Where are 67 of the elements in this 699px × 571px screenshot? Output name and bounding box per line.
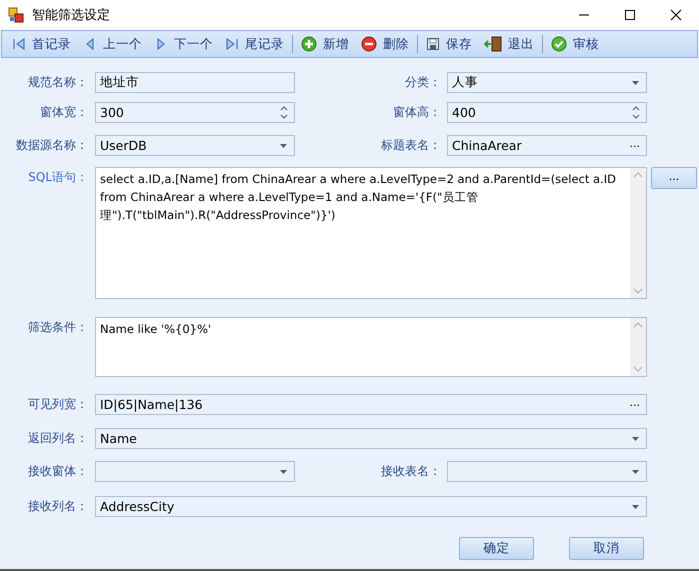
dropdown[interactable] bbox=[95, 461, 295, 482]
toolbar-button[interactable]: 审核 bbox=[545, 32, 605, 56]
field-label: 规范名称： bbox=[27, 74, 88, 91]
field-label: 接收列名： bbox=[27, 498, 88, 515]
browse-button[interactable]: ... bbox=[630, 396, 640, 413]
window-title: 智能筛选设定 bbox=[32, 7, 110, 24]
floppy-icon bbox=[426, 37, 440, 51]
delete-icon bbox=[361, 36, 377, 52]
app-icon bbox=[8, 7, 24, 23]
toolbar-button[interactable]: 上一个 bbox=[77, 32, 148, 56]
text-field[interactable]: 地址市 bbox=[95, 72, 295, 93]
dropdown[interactable]: AddressCity bbox=[95, 496, 647, 517]
dropdown-arrow-icon bbox=[280, 144, 287, 148]
close-icon bbox=[670, 9, 682, 21]
field-label: 返回列名： bbox=[27, 430, 88, 447]
text-field[interactable]: ChinaArear ... bbox=[447, 135, 647, 156]
dialog-button[interactable]: 确定 bbox=[459, 537, 534, 560]
field-label: 可见列宽： bbox=[27, 396, 88, 413]
dropdown[interactable]: 人事 bbox=[447, 72, 647, 93]
door-exit-icon bbox=[484, 36, 502, 52]
field-label: SQL语句： bbox=[27, 169, 88, 186]
scroll-down-icon bbox=[633, 288, 643, 294]
spin-down-icon bbox=[632, 114, 640, 119]
scrollbar[interactable] bbox=[630, 168, 646, 298]
spin-down-icon bbox=[280, 114, 288, 119]
toolbar-button[interactable]: 尾记录 bbox=[219, 32, 290, 56]
dialog-button[interactable]: 取消 bbox=[569, 537, 644, 560]
dropdown-arrow-icon bbox=[632, 436, 639, 440]
toolbar-button[interactable]: 保存 bbox=[420, 32, 478, 56]
field-label: 筛选条件： bbox=[27, 319, 88, 336]
scrollbar[interactable] bbox=[630, 318, 646, 376]
scroll-down-icon bbox=[633, 366, 643, 372]
toolbar-button[interactable]: 首记录 bbox=[6, 32, 77, 56]
browse-button[interactable]: ... bbox=[651, 167, 697, 189]
field-label: 数据源名称： bbox=[15, 137, 88, 154]
dropdown-arrow-icon bbox=[632, 80, 639, 84]
spin-box[interactable]: 400 bbox=[447, 102, 647, 123]
toolbar-button[interactable]: 下一个 bbox=[148, 32, 219, 56]
field-label: 窗体高： bbox=[392, 104, 441, 121]
check-icon bbox=[551, 36, 567, 52]
dropdown[interactable]: Name bbox=[95, 428, 647, 449]
toolbar-button[interactable]: 新增 bbox=[295, 32, 355, 56]
scroll-up-icon bbox=[633, 322, 643, 328]
add-icon bbox=[301, 36, 317, 52]
dropdown-arrow-icon bbox=[280, 470, 287, 474]
field-label: 窗体宽： bbox=[39, 104, 88, 121]
dropdown[interactable]: UserDB bbox=[95, 135, 295, 156]
text-field[interactable]: ID|65|Name|136 ... bbox=[95, 394, 647, 415]
maximize-icon bbox=[624, 9, 636, 21]
toolbar-button[interactable]: 退出 bbox=[478, 32, 540, 56]
spin-up-icon bbox=[280, 106, 288, 111]
scroll-up-icon bbox=[633, 172, 643, 178]
dropdown[interactable] bbox=[447, 461, 647, 482]
dropdown-arrow-icon bbox=[632, 504, 639, 508]
spin-box[interactable]: 300 bbox=[95, 102, 295, 123]
field-label: 标题表名： bbox=[380, 137, 441, 154]
spin-up-icon bbox=[632, 106, 640, 111]
text-area[interactable]: select a.ID,a.[Name] from ChinaArear a where a.LevelType=2 and a.ParentId=(select a.ID from ChinaArear a where a.LevelType=1 and a.Name='{F("员工管理").T("tblMain").R("AddressProvince")}') bbox=[95, 167, 647, 299]
field-label: 分类： bbox=[404, 74, 441, 91]
text-area[interactable]: Name like '%{0}%' bbox=[95, 317, 647, 377]
field-label: 接收窗体： bbox=[27, 463, 88, 480]
skip-back-icon bbox=[12, 37, 26, 51]
toolbar-button[interactable]: 删除 bbox=[355, 32, 415, 56]
field-label: 接收表名： bbox=[380, 463, 441, 480]
dropdown-arrow-icon bbox=[632, 470, 639, 474]
skip-forward-icon bbox=[225, 37, 239, 51]
browse-button[interactable]: ... bbox=[630, 137, 640, 154]
